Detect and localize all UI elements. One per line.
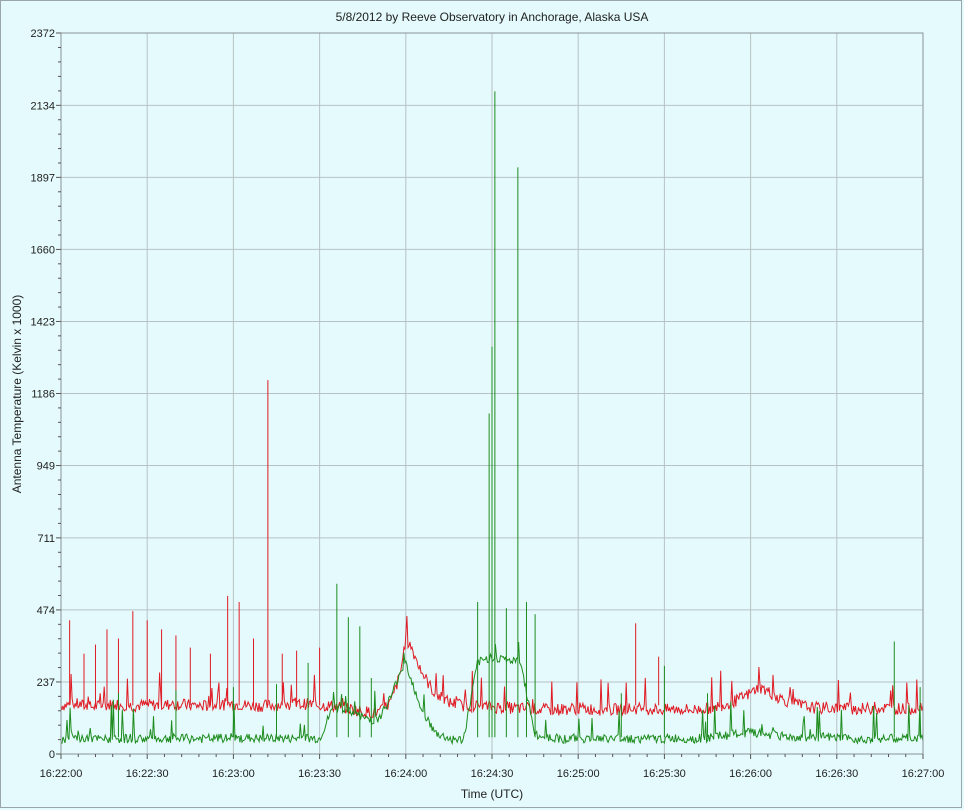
x-tick-label: 16:26:00 (729, 768, 772, 780)
y-tick-label: 0 (49, 749, 55, 761)
y-tick-label: 2372 (31, 28, 55, 40)
y-tick-label: 474 (37, 605, 55, 617)
x-tick-label: 16:23:30 (298, 768, 341, 780)
x-tick-label: 16:22:30 (126, 768, 169, 780)
y-tick-label: 2134 (31, 100, 55, 112)
y-tick-label: 237 (37, 677, 55, 689)
x-tick-label: 16:27:00 (902, 768, 945, 780)
y-tick-label: 711 (37, 533, 55, 545)
y-tick-label: 1423 (31, 316, 55, 328)
x-tick-label: 16:24:00 (384, 768, 427, 780)
x-axis-label: Time (UTC) (461, 787, 523, 801)
y-axis-label: Antenna Temperature (Kelvin x 1000) (10, 295, 24, 494)
y-tick-label: 1186 (31, 389, 55, 401)
y-tick-label: 1660 (31, 244, 55, 256)
x-tick-label: 16:25:00 (557, 768, 600, 780)
chart-svg: 5/8/2012 by Reeve Observatory in Anchora… (10, 10, 945, 801)
x-tick-label: 16:24:30 (471, 768, 514, 780)
x-tick-label: 16:23:00 (212, 768, 255, 780)
chart-title: 5/8/2012 by Reeve Observatory in Anchora… (336, 10, 649, 24)
x-tick-label: 16:26:30 (815, 768, 858, 780)
x-tick-label: 16:22:00 (40, 768, 83, 780)
x-axis: 16:22:00 16:22:30 16:23:00 16:23:30 16:24:00… (40, 754, 945, 780)
x-tick-label: 16:25:30 (643, 768, 686, 780)
y-axis: 0 237 474 711 949 1186 1423 1660 1897 2134 2372 (31, 28, 61, 761)
y-tick-label: 1897 (31, 172, 55, 184)
y-tick-label: 949 (37, 461, 55, 473)
